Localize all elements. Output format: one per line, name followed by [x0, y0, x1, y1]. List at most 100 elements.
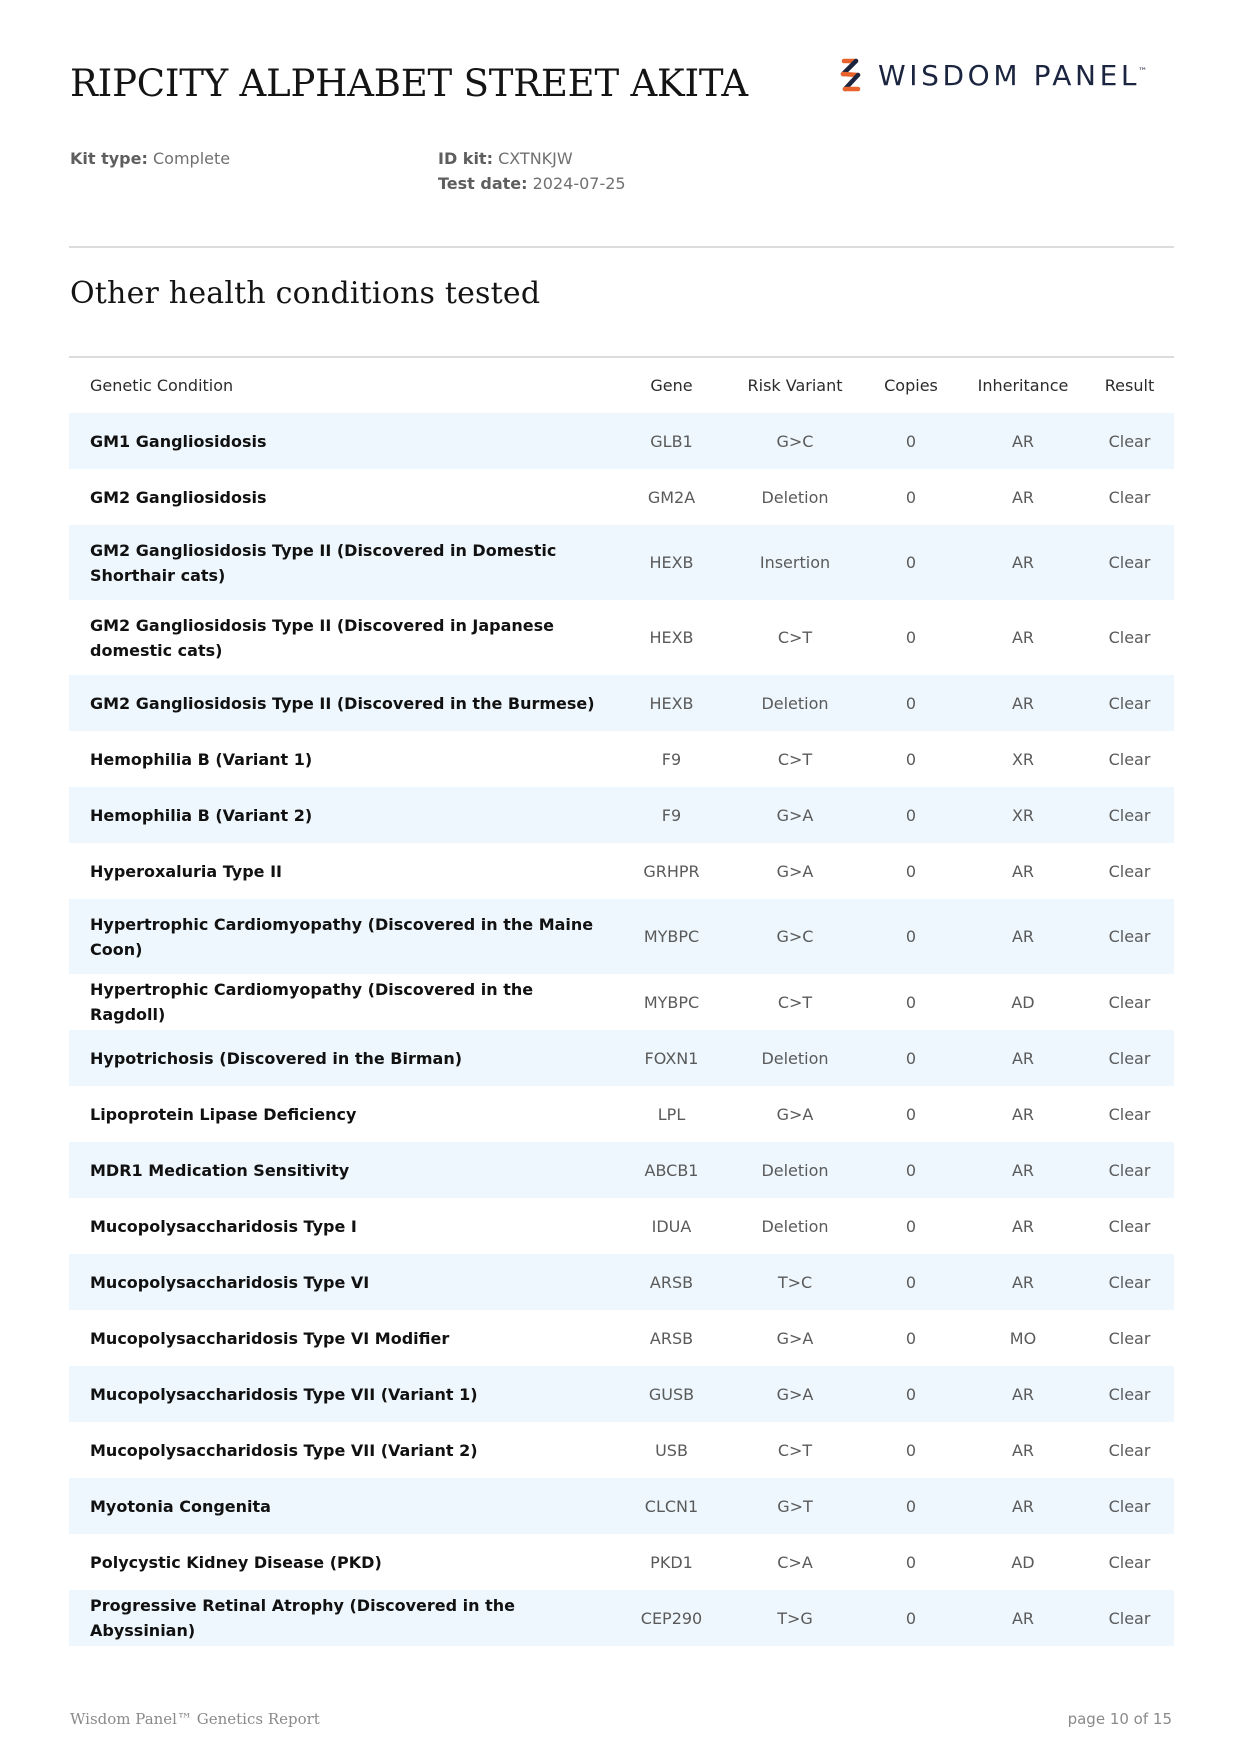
inheritance-cell: AR	[1011, 693, 1035, 713]
risk-variant-cell: C>T	[777, 1440, 813, 1460]
risk-variant-cell: Deletion	[761, 693, 829, 713]
condition-cell: Mucopolysaccharidosis Type VII (Variant …	[90, 1440, 478, 1460]
table-row: GM2 Gangliosidosis Type II (Discovered i…	[69, 675, 1174, 731]
result-cell: Clear	[1108, 1440, 1151, 1460]
result-cell: Clear	[1108, 1552, 1151, 1572]
copies-cell: 0	[905, 861, 917, 881]
gene-cell: GRHPR	[643, 861, 700, 881]
gene-cell: MYBPC	[643, 927, 700, 946]
test-date: Test date: 2024-07-25	[438, 171, 626, 196]
section-title: Other health conditions tested	[70, 276, 541, 311]
column-header-inheritance: Inheritance	[977, 376, 1069, 395]
result-cell: Clear	[1108, 1160, 1151, 1180]
inheritance-cell: AR	[1011, 927, 1035, 946]
gene-cell: CEP290	[640, 1608, 703, 1628]
inheritance-cell: AR	[1011, 1104, 1035, 1124]
result-cell: Clear	[1108, 1496, 1151, 1516]
table-row: Hemophilia B (Variant 2) F9 G>A 0 XR Clear	[69, 787, 1174, 843]
risk-variant-cell: G>A	[776, 861, 814, 881]
gene-cell: ARSB	[649, 1328, 694, 1348]
gene-cell: HEXB	[649, 628, 694, 647]
table-row: Hypotrichosis (Discovered in the Birman)…	[69, 1030, 1174, 1086]
result-cell: Clear	[1108, 805, 1151, 825]
inheritance-cell: MO	[1009, 1328, 1037, 1348]
table-body: GM1 Gangliosidosis GLB1 G>C 0 AR Clear GM2 Gan…	[69, 413, 1174, 1646]
result-cell: Clear	[1108, 1608, 1151, 1628]
condition-cell: Hypotrichosis (Discovered in the Birman)	[90, 1048, 463, 1068]
condition-cell: MDR1 Medication Sensitivity	[90, 1160, 350, 1180]
table-row: Mucopolysaccharidosis Type VI ARSB T>C 0 AR C…	[69, 1254, 1174, 1310]
kit-type-value: Complete	[152, 149, 231, 168]
table-row: GM1 Gangliosidosis GLB1 G>C 0 AR Clear	[69, 413, 1174, 469]
condition-cell: Hemophilia B (Variant 1)	[90, 749, 313, 769]
risk-variant-cell: C>T	[777, 749, 813, 769]
copies-cell: 0	[905, 693, 917, 713]
risk-variant-cell: G>C	[776, 927, 814, 946]
inheritance-cell: AR	[1011, 1160, 1035, 1180]
gene-cell: HEXB	[649, 553, 694, 572]
result-cell: Clear	[1108, 553, 1151, 572]
condition-cell: Hypertrophic Cardiomyopathy (Discovered …	[90, 980, 534, 1024]
table-row: Mucopolysaccharidosis Type VII (Variant …	[69, 1366, 1174, 1422]
inheritance-cell: AR	[1011, 1272, 1035, 1292]
gene-cell: ABCB1	[644, 1160, 699, 1180]
kit-details: ID kit: CXTNKJW Test date: 2024-07-25	[438, 146, 626, 196]
condition-cell: GM2 Gangliosidosis Type II (Discovered i…	[90, 693, 595, 713]
table-row: Progressive Retinal Atrophy (Discovered …	[69, 1590, 1174, 1646]
health-conditions-table: Genetic Condition Gene Risk Variant Copi…	[69, 358, 1174, 1646]
gene-cell: USB	[655, 1440, 688, 1460]
footer-report-name: Wisdom Panel™ Genetics Report	[70, 1710, 320, 1728]
gene-cell: FOXN1	[644, 1048, 699, 1068]
gene-cell: F9	[661, 805, 682, 825]
result-cell: Clear	[1108, 1048, 1151, 1068]
condition-cell: Lipoprotein Lipase Deficiency	[90, 1104, 357, 1124]
column-header-gene: Gene	[650, 376, 693, 395]
table-row: Hypertrophic Cardiomyopathy (Discovered …	[69, 899, 1174, 974]
risk-variant-cell: C>T	[777, 992, 813, 1012]
inheritance-cell: AR	[1011, 1608, 1035, 1628]
result-cell: Clear	[1108, 1272, 1151, 1292]
inheritance-cell: XR	[1011, 805, 1035, 825]
risk-variant-cell: T>G	[777, 1608, 813, 1628]
gene-cell: MYBPC	[643, 992, 700, 1012]
inheritance-cell: AR	[1011, 1384, 1035, 1404]
copies-cell: 0	[905, 1608, 917, 1628]
condition-cell: Hypertrophic Cardiomyopathy (Discovered …	[90, 914, 594, 959]
gene-cell: HEXB	[649, 693, 694, 713]
gene-cell: CLCN1	[644, 1496, 699, 1516]
risk-variant-cell: Deletion	[761, 1048, 829, 1068]
condition-cell: Hemophilia B (Variant 2)	[90, 805, 313, 825]
result-cell: Clear	[1108, 1384, 1151, 1404]
condition-cell: Mucopolysaccharidosis Type I	[90, 1216, 357, 1236]
copies-cell: 0	[905, 1272, 917, 1292]
condition-cell: Mucopolysaccharidosis Type VI Modifier	[90, 1328, 450, 1348]
kit-type-label: Kit type:	[70, 149, 148, 168]
copies-cell: 0	[905, 805, 917, 825]
risk-variant-cell: G>A	[776, 1384, 814, 1404]
inheritance-cell: AR	[1011, 1048, 1035, 1068]
result-cell: Clear	[1108, 861, 1151, 881]
condition-cell: Mucopolysaccharidosis Type VII (Variant …	[90, 1384, 478, 1404]
copies-cell: 0	[905, 1328, 917, 1348]
inheritance-cell: AR	[1011, 628, 1035, 647]
column-header-copies: Copies	[884, 376, 938, 395]
inheritance-cell: AR	[1011, 553, 1035, 572]
risk-variant-cell: C>A	[777, 1552, 813, 1572]
table-row: Hypertrophic Cardiomyopathy (Discovered …	[69, 974, 1174, 1030]
copies-cell: 0	[905, 1104, 917, 1124]
risk-variant-cell: G>C	[776, 431, 814, 451]
table-row: Hemophilia B (Variant 1) F9 C>T 0 XR Clear	[69, 731, 1174, 787]
gene-cell: ARSB	[649, 1272, 694, 1292]
table-row: Lipoprotein Lipase Deficiency LPL G>A 0 AR Cl…	[69, 1086, 1174, 1142]
table-row: Hyperoxaluria Type II GRHPR G>A 0 AR Clear	[69, 843, 1174, 899]
inheritance-cell: XR	[1011, 749, 1035, 769]
copies-cell: 0	[905, 1048, 917, 1068]
copies-cell: 0	[905, 1552, 917, 1572]
risk-variant-cell: C>T	[777, 628, 813, 647]
table-row: MDR1 Medication Sensitivity ABCB1 Deletion…	[69, 1142, 1174, 1198]
copies-cell: 0	[905, 431, 917, 451]
gene-cell: LPL	[657, 1104, 686, 1124]
result-cell: Clear	[1108, 927, 1151, 946]
gene-cell: IDUA	[651, 1216, 692, 1236]
header-divider	[69, 246, 1174, 248]
